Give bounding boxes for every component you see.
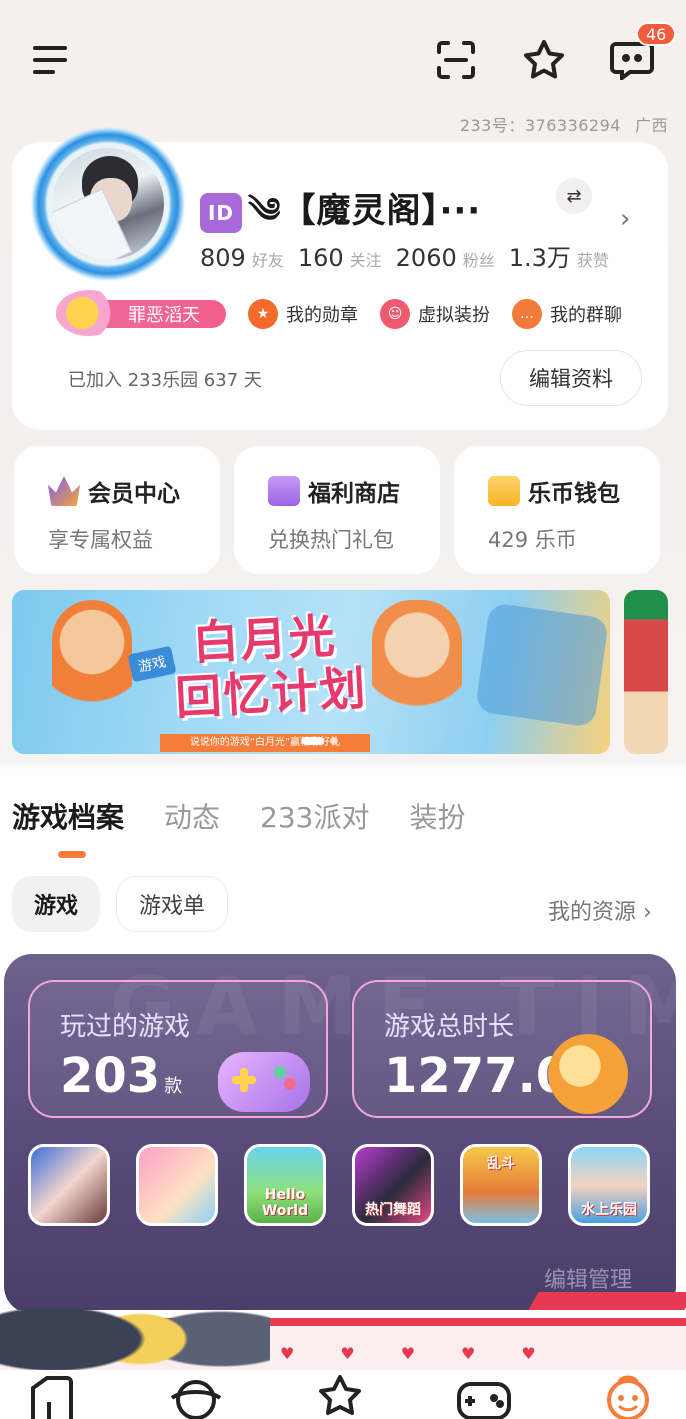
banner-subtitle: 说说你的游戏“白月光”赢精彩好礼 [160,734,370,752]
coin-wallet-title: 乐币钱包 [528,481,620,507]
avatar[interactable] [30,126,186,282]
banner-title-line1: 白月光 [191,608,338,670]
game-caption: 乱斗 [487,1156,515,1172]
coin-wallet-card[interactable]: 乐币钱包 429 乐币 [454,446,660,574]
account-id-line: 233号：376336294 广西 [446,112,668,136]
gamepad-nav-icon[interactable] [456,1374,512,1419]
coin-balance: 429 乐币 [488,528,577,552]
fans-label: 粉丝 [462,251,495,270]
welfare-shop-subtitle: 兑换热门礼包 [268,528,394,552]
scan-icon[interactable] [434,38,478,82]
vip-center-title: 会员中心 [88,481,180,507]
home-icon[interactable] [24,1374,80,1419]
welfare-shop-title: 福利商店 [308,481,400,507]
star-icon[interactable] [522,38,566,82]
gamepad-icon [218,1052,310,1112]
chevron-right-icon[interactable]: › [620,204,630,234]
vip-center-card[interactable]: 会员中心 享专属权益 [14,446,220,574]
dressup-icon: ☺ [380,299,410,329]
heart-pattern: ♥♥♥♥♥ [280,1344,582,1363]
game-icon-2[interactable] [136,1144,218,1226]
game-icon-water-park[interactable]: 水上乐园 [568,1144,650,1226]
profile-face-icon[interactable] [600,1374,656,1419]
avatar-dressup-label: 虚拟装扮 [418,305,490,326]
account-id: 233号：376336294 [459,116,621,135]
subtab-games[interactable]: 游戏 [12,876,100,932]
fans-count[interactable]: 2060 [396,244,457,272]
my-groups-label: 我的群聊 [550,305,622,326]
friends-label: 好友 [251,251,284,270]
profile-name: ༄【魔灵阁】··· [248,191,482,231]
avatar-dressup-button[interactable]: ☺ 虚拟装扮 [380,299,490,329]
game-caption: 水上乐园 [581,1202,637,1218]
following-label: 关注 [349,251,382,270]
tab-game-archive[interactable]: 游戏档案 [12,796,124,836]
banner-pagination [302,737,338,745]
hamburger-menu-icon[interactable] [28,38,72,82]
title-badge[interactable]: 罪恶滔天 [56,290,226,336]
star-face-icon[interactable] [312,1374,368,1419]
active-tab-indicator [58,851,86,858]
played-games-label: 玩过的游戏 [60,1012,191,1042]
played-games-count: 203 款 [60,1048,182,1104]
gift-icon [268,476,300,506]
banner-title-line2: 回忆计划 [174,660,369,725]
friends-count[interactable]: 809 [200,244,246,272]
tab-dressup[interactable]: 装扮 [409,796,465,836]
welfare-shop-card[interactable]: 福利商店 兑换热门礼包 [234,446,440,574]
profile-badges-row: 罪恶滔天 ★ 我的勋章 ☺ 虚拟装扮 … 我的群聊 [56,290,622,336]
following-count[interactable]: 160 [298,244,344,272]
medal-icon: ★ [248,299,278,329]
switch-account-button[interactable]: ⇄ [556,178,592,214]
profile-stats: 809 好友 160 关注 2060 粉丝 1.3万 获赞 [200,238,623,273]
pagination-dot [302,737,324,745]
group-chat-icon: … [512,299,542,329]
game-icon-1[interactable] [28,1144,110,1226]
subtab-game-list[interactable]: 游戏单 [116,876,228,932]
game-caption: Hello World [261,1187,309,1219]
message-count-badge: 46 [636,22,677,46]
game-icon-dance[interactable]: 热门舞蹈 [352,1144,434,1226]
profile-tabs: 游戏档案 动态 233派对 装扮 [12,796,506,836]
joined-days: 已加入 233乐园 637 天 [68,370,262,391]
title-star-icon [56,290,122,336]
wallet-icon [488,476,520,506]
region-label: 广西 [634,116,668,135]
game-caption: 热门舞蹈 [365,1202,421,1218]
edit-profile-button[interactable]: 编辑资料 [500,350,642,406]
likes-label: 获赞 [576,251,609,270]
my-medals-button[interactable]: ★ 我的勋章 [248,299,358,329]
playtime-value: 1277.0 [384,1048,570,1104]
my-medals-label: 我的勋章 [286,305,358,326]
title-badge-label: 罪恶滔天 [128,305,200,326]
planet-icon[interactable] [168,1374,224,1419]
game-icon-brawl[interactable]: 乱斗 [460,1144,542,1226]
total-playtime-label: 游戏总时长 [384,1012,515,1042]
character-illustration [0,1262,270,1372]
played-count-unit: 款 [164,1076,183,1097]
crown-icon [48,476,80,506]
avatar-photo [52,148,164,260]
tab-moments[interactable]: 动态 [164,796,220,836]
next-banner-preview[interactable] [624,590,668,754]
likes-count[interactable]: 1.3万 [509,238,571,273]
id-badge-icon: ID [200,192,242,233]
vip-center-subtitle: 享专属权益 [48,528,153,552]
my-groups-button[interactable]: … 我的群聊 [512,299,622,329]
pagination-dot [330,737,338,745]
game-icon-hello-world[interactable]: Hello World [244,1144,326,1226]
event-banner[interactable]: 白月光 回忆计划 [12,590,610,754]
played-count-value: 203 [60,1048,161,1104]
stopwatch-icon [548,1034,628,1114]
edit-manage-link[interactable]: 编辑管理 [544,1262,632,1294]
banner-title: 白月光 回忆计划 [171,607,369,725]
my-resources-link[interactable]: 我的资源 › [548,894,652,926]
tab-233-party[interactable]: 233派对 [260,796,369,836]
